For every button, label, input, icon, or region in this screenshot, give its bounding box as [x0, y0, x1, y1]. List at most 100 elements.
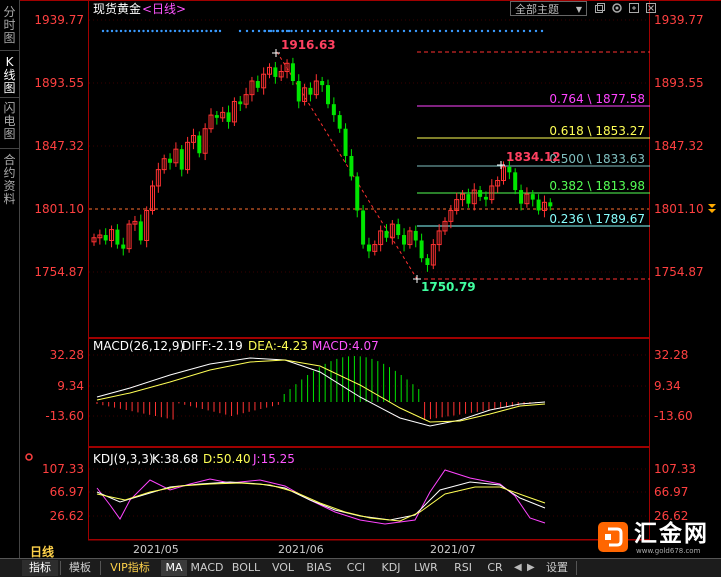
event-dot — [360, 29, 364, 33]
window-restore-icon[interactable] — [594, 2, 606, 16]
event-dot — [214, 29, 218, 33]
candle-body-down — [238, 101, 243, 105]
close-icon[interactable] — [645, 2, 657, 16]
candle-body-down — [349, 155, 354, 177]
event-dot — [348, 29, 352, 33]
tab-macd[interactable]: MACD — [190, 560, 224, 576]
logo-text: 汇金网 — [634, 521, 709, 547]
price-tick-right: 1847.32 — [654, 139, 704, 153]
high-price-label: 1916.63 — [281, 38, 336, 52]
event-dot — [238, 29, 242, 33]
tab-ma[interactable]: MA — [161, 560, 187, 576]
event-dot — [384, 29, 388, 33]
event-dot — [408, 29, 412, 33]
candle-body-down — [290, 63, 295, 82]
event-dot — [426, 29, 430, 33]
event-dot — [115, 29, 118, 33]
fib-label: 0.764 \ 1877.58 — [549, 92, 645, 106]
tab-indicator[interactable]: 指标 — [22, 560, 58, 576]
kdj-d-line — [96, 482, 546, 522]
expand-icon[interactable] — [628, 2, 640, 16]
fib-label: 0.236 \ 1789.67 — [549, 212, 645, 226]
event-dot — [354, 29, 358, 33]
price-tick-right: 1893.55 — [654, 76, 704, 90]
event-dot — [486, 29, 490, 33]
macd-dea-value: DEA:-4.23 — [248, 339, 308, 353]
macd-value: MACD:4.07 — [312, 339, 379, 353]
tab-settings[interactable]: 设置 — [540, 560, 574, 576]
event-dot — [456, 29, 460, 33]
event-dot — [182, 29, 186, 33]
tab-contract-info[interactable]: 合约资料 — [1, 154, 18, 206]
event-dot — [110, 29, 114, 33]
event-dot — [306, 29, 310, 33]
event-dot — [251, 29, 255, 33]
event-dot — [272, 29, 275, 33]
candle-body-down — [138, 221, 143, 241]
candle-body-down — [530, 194, 535, 200]
candle-body-down — [103, 235, 108, 241]
candle-body-down — [548, 202, 553, 207]
event-dot — [432, 29, 436, 33]
candle-body-down — [214, 115, 219, 118]
candle-body-down — [419, 240, 424, 259]
event-dot — [124, 29, 127, 33]
kdj-tick-left: 66.97 — [50, 485, 84, 499]
low-marker-icon — [413, 275, 421, 283]
macd-tick-left: 32.28 — [50, 348, 84, 362]
candle-body-down — [255, 81, 260, 88]
tab-vol[interactable]: VOL — [268, 560, 298, 576]
tab-lwr[interactable]: LWR — [411, 560, 441, 576]
event-dot — [318, 29, 322, 33]
macd-title: MACD(26,12,9) — [93, 339, 184, 353]
event-dot — [534, 29, 538, 33]
event-dot — [119, 29, 123, 33]
tab-bias[interactable]: BIAS — [302, 560, 336, 576]
event-dot — [342, 29, 346, 33]
event-dot — [366, 29, 370, 33]
tab-timeshare[interactable]: 分时图 — [1, 6, 18, 45]
event-dot — [438, 29, 442, 33]
settings-icon[interactable] — [611, 2, 623, 16]
event-dot — [414, 29, 418, 33]
tab-cci[interactable]: CCI — [341, 560, 371, 576]
scroll-left-icon[interactable]: ◀ — [514, 562, 522, 573]
kdj-d-value: D:50.40 — [203, 452, 251, 466]
tab-kdj[interactable]: KDJ — [376, 560, 406, 576]
chart-canvas[interactable]: 1939.77 1939.77 1893.55 1893.55 1847.32 1847.… — [0, 0, 721, 558]
candle-body-down — [168, 158, 173, 163]
kdj-tick-left: 26.62 — [50, 509, 84, 523]
kdj-settings-icon[interactable] — [25, 453, 33, 461]
theme-select-button[interactable]: 全部主题 ▼ — [510, 1, 587, 16]
event-dot — [444, 29, 448, 33]
event-dot — [504, 29, 508, 33]
tab-rsi[interactable]: RSI — [448, 560, 478, 576]
tab-kline[interactable]: K线图 — [1, 56, 18, 95]
swing-high-label: 1834.12 — [506, 150, 561, 164]
tab-boll[interactable]: BOLL — [229, 560, 263, 576]
current-price-arrow-icon — [708, 203, 716, 213]
tab-flash-chart[interactable]: 闪电图 — [1, 102, 18, 141]
high-marker-icon — [272, 49, 280, 57]
event-dot — [269, 29, 273, 33]
low-price-label: 1750.79 — [421, 280, 476, 294]
event-dot — [528, 29, 532, 33]
fib-label: 0.618 \ 1853.27 — [549, 124, 645, 138]
event-dot — [196, 29, 199, 33]
event-dot — [480, 29, 484, 33]
tab-template[interactable]: 模板 — [62, 560, 98, 576]
logo-url: www.gold678.com — [636, 547, 701, 555]
macd-tick-right: 32.28 — [654, 348, 688, 362]
candle-body-down — [197, 135, 202, 154]
event-dot — [336, 29, 340, 33]
candle-body-down — [179, 149, 184, 170]
candle-body-down — [337, 115, 342, 129]
tab-cr[interactable]: CR — [482, 560, 508, 576]
tab-vip-indicator[interactable]: VIP指标 — [102, 560, 158, 576]
scroll-right-icon[interactable]: ▶ — [527, 562, 535, 573]
event-dot — [257, 29, 261, 33]
chevron-down-icon: ▼ — [575, 5, 582, 14]
event-dot — [492, 29, 496, 33]
event-dot — [468, 29, 472, 33]
kdj-tick-right: 107.33 — [654, 462, 696, 476]
